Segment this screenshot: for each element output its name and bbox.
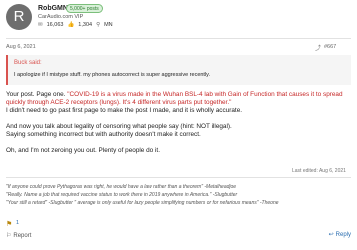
body-line: I didn't need to go past first page to m…: [6, 107, 243, 114]
report-label: Report: [13, 232, 32, 239]
quote-author-link[interactable]: Buck said:: [14, 60, 42, 66]
report-button[interactable]: ⚐ Report: [6, 232, 32, 240]
post-author-header: R RobGMN 5,000+ posts CarAudio.com VIP ✉…: [6, 4, 351, 34]
reply-label: Reply: [335, 231, 351, 238]
reactions-count: 1,304: [78, 22, 93, 28]
quote-block: Buck said: I apologize if I mistype stuf…: [6, 55, 351, 85]
signature-line: "If anyone could prove Pythagoras was ri…: [6, 184, 237, 190]
location-pin-icon: ⚲: [96, 22, 101, 28]
report-flag-icon: ⚐: [6, 233, 12, 239]
body-line: Saying something incorrect but with auth…: [6, 131, 201, 138]
body-line: Your post. Page one. "COVID-19 is a viru…: [6, 91, 351, 99]
thumbs-up-icon: 👍: [67, 22, 75, 28]
reply-button[interactable]: ↩ Reply: [328, 231, 351, 239]
signature-line: "Really. Name a job that required vaccin…: [6, 192, 238, 198]
highlighted-text: "COVID-19 is a virus made in the Wuhan B…: [67, 91, 343, 98]
signature: "If anyone could prove Pythagoras was ri…: [6, 183, 351, 207]
avatar[interactable]: R: [6, 4, 32, 30]
body-line: And now you talk about legality of censo…: [6, 123, 232, 130]
signature-line: "Your still a retard" -Slugbutter " aver…: [6, 200, 279, 206]
quote-text: I apologize if I mistype stuff. my phone…: [14, 72, 211, 78]
post-date[interactable]: Aug 6, 2021: [6, 44, 36, 50]
messages-icon: ✉: [38, 22, 43, 28]
post-body: Your post. Page one. "COVID-19 is a viru…: [6, 91, 351, 155]
post-footer: ⚑ 1 ⚐ Report ↩ Reply: [6, 220, 351, 246]
location: MN: [104, 22, 113, 28]
messages-count: 16,063: [46, 22, 64, 28]
reaction-flag-icon[interactable]: ⚑: [6, 220, 12, 228]
body-line: Oh, and I'm not zeroing you out. Plenty …: [6, 147, 160, 154]
user-title: CarAudio.com VIP: [38, 14, 84, 20]
header-divider: [6, 38, 351, 39]
body-text: Your post. Page one.: [6, 91, 68, 98]
user-stats: ✉ 16,063 👍 1,304 ⚲ MN: [38, 22, 113, 28]
reply-icon: ↩: [328, 232, 334, 238]
post-number[interactable]: #667: [324, 44, 336, 50]
username-link[interactable]: RobGMN: [38, 5, 68, 12]
post-count-badge: 5,000+ posts: [66, 4, 103, 13]
highlighted-text: quickly through ACE-2 receptors (lungs).…: [6, 99, 232, 106]
reaction-count[interactable]: 1: [16, 220, 19, 226]
last-edited: Last edited: Aug 6, 2021: [292, 168, 346, 174]
share-icon[interactable]: ⤴: [315, 43, 321, 52]
signature-divider: [6, 177, 351, 178]
